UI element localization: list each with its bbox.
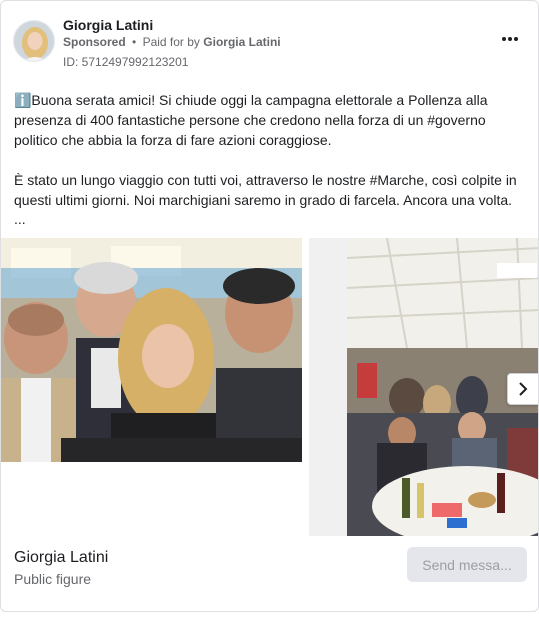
carousel-image-selfie[interactable] (1, 238, 302, 462)
sponsored-label: Sponsored (63, 35, 126, 49)
image-carousel (1, 238, 538, 536)
footer-category: Public figure (14, 571, 92, 587)
send-message-button[interactable]: Send messa... (407, 547, 527, 582)
paid-for-prefix: Paid for by (142, 35, 200, 49)
footer-page-name[interactable]: Giorgia Latini (14, 549, 108, 567)
ad-card: Giorgia Latini Sponsored • Paid for by G… (0, 0, 539, 612)
carousel-spacer (309, 238, 347, 536)
paid-for-name[interactable]: Giorgia Latini (203, 35, 280, 49)
page-name[interactable]: Giorgia Latini (63, 17, 153, 33)
sponsored-line: Sponsored • Paid for by Giorgia Latini (63, 35, 281, 49)
ad-id: ID: 5712497992123201 (63, 55, 189, 69)
see-more-ellipsis[interactable]: ... (14, 211, 26, 227)
separator: • (132, 35, 137, 49)
carousel-next-button[interactable] (507, 373, 538, 405)
avatar[interactable] (13, 20, 55, 62)
chevron-right-icon (519, 382, 528, 396)
post-header: Giorgia Latini Sponsored • Paid for by G… (13, 15, 528, 71)
post-text: ℹ️Buona serata amici! Si chiude oggi la … (14, 92, 517, 208)
more-options-icon[interactable] (498, 29, 522, 49)
